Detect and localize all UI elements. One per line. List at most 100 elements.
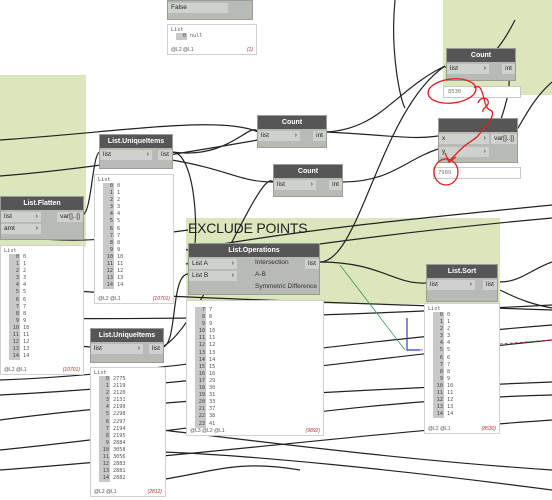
list-item-index: 13 [9, 346, 20, 354]
subtract-value: 7989 [433, 167, 521, 179]
list-item-index: 4 [433, 340, 444, 348]
list-item: 18 30 [187, 385, 323, 393]
list-item-value: 2194 [113, 425, 126, 432]
port-value[interactable]: False [168, 3, 228, 13]
node-title: List.Operations [189, 244, 319, 257]
graph-canvas[interactable]: EXCLUDE POINTS False List 0 null @L2 @L1… [0, 0, 552, 500]
list-item-index: 1 [433, 319, 444, 327]
list-item: 44 [1, 282, 83, 290]
list-item-index: 16 [195, 370, 206, 378]
wire [393, 0, 406, 109]
option-symmetric-difference[interactable]: Symmetric Difference [255, 283, 317, 290]
input-port-list-a[interactable]: List A › [189, 259, 237, 269]
input-port-list[interactable]: list › [447, 64, 489, 74]
input-port-list[interactable]: list › [258, 131, 300, 141]
list-item-index: 8 [433, 368, 444, 376]
list-operations-node[interactable]: List.Operations List A › list Intersectio… [188, 243, 320, 295]
count-node-mid[interactable]: Count list › int [257, 115, 327, 148]
list-item-index: 6 [103, 225, 114, 233]
list-item-index: 9 [99, 439, 110, 447]
list-item-index: 0 [433, 312, 444, 320]
list-item-value: 2 [117, 197, 121, 204]
list-item-index: 0 [103, 183, 114, 191]
list-item-value: 2119 [113, 383, 126, 390]
node-title: List.Flatten [1, 197, 83, 210]
option-a-minus-b[interactable]: A-B [255, 271, 266, 278]
list-item-value: 1 [23, 261, 27, 268]
list-item-value: 29 [209, 377, 216, 384]
input-port-list[interactable]: list › [427, 280, 475, 290]
list-flatten-node[interactable]: List.Flatten list › var[]..[] amt › [0, 196, 84, 240]
list-item-value: 15 [209, 363, 216, 370]
list-item-index: 1 [99, 383, 110, 391]
list-item-index: 2 [103, 197, 114, 205]
operations-preview: 7 7 8 8 9 9 10 10 11 11 12 12 13 13 14 14 15 15 16 16 17 29 18… [186, 300, 324, 436]
top-boolean-node[interactable]: False [167, 0, 253, 20]
input-port-list[interactable]: list › [100, 150, 152, 160]
count-node-low[interactable]: Count list › int [273, 164, 343, 197]
list-item-value: 7 [23, 303, 27, 310]
output-port-var[interactable]: var[]..[] [57, 212, 83, 222]
output-port-int[interactable]: int [313, 131, 326, 141]
list-item-value: 38 [209, 413, 216, 420]
list-item-index: 1 [9, 261, 20, 269]
list-item-value: 4 [23, 282, 27, 289]
list-item-index: 12 [99, 461, 110, 469]
list-item-index: 7 [9, 303, 20, 311]
output-port-list[interactable]: list [483, 280, 497, 290]
list-item-index: 21 [195, 406, 206, 414]
list-item: 11 [95, 190, 173, 198]
output-port-list[interactable]: list [305, 259, 319, 269]
output-port-list[interactable]: list [149, 344, 163, 354]
list-item-value: 11 [23, 332, 30, 339]
list-item-index: 11 [103, 261, 114, 269]
list-item-value: 2131 [113, 397, 126, 404]
list-item-index: 9 [433, 375, 444, 383]
geometry-axis [406, 318, 420, 351]
unique-items-node-top[interactable]: List.UniqueItems list › list [99, 134, 173, 169]
subtract-node[interactable]: x › var[]..[] y › [438, 118, 518, 163]
output-port-int[interactable]: int [502, 64, 515, 74]
list-item: 0 2775 [91, 376, 165, 384]
list-item: 77 [425, 361, 499, 369]
input-port-x[interactable]: x › [439, 134, 489, 144]
node-title: Count [274, 165, 342, 178]
list-item: 19 31 [187, 392, 323, 400]
list-item-index: 13 [103, 275, 114, 283]
list-item: 7 2194 [91, 425, 165, 433]
count-node-top[interactable]: Count list › int [446, 48, 516, 81]
wire [324, 65, 446, 133]
list-item-index: 5 [9, 289, 20, 297]
list-item-value: 3056 [113, 454, 126, 461]
list-item-value: 3 [117, 204, 121, 211]
input-port-list[interactable]: list › [91, 344, 143, 354]
input-port-amt[interactable]: amt › [1, 224, 41, 234]
input-port-list-b[interactable]: List B › [189, 271, 237, 281]
list-item: 13 2881 [91, 468, 165, 476]
unique-bottom-preview: List 0 2775 1 2119 2 2120 3 2131 4 2190 5 2298 6 2297… [90, 367, 166, 497]
input-port-list[interactable]: list › [1, 212, 41, 222]
unique-items-node-bottom[interactable]: List.UniqueItems list › list [90, 328, 164, 363]
list-item-index: 11 [99, 454, 110, 462]
list-item-value: 2297 [113, 418, 126, 425]
list-item-value: 14 [447, 411, 454, 418]
input-port-y[interactable]: y › [439, 147, 489, 157]
list-item-value: 33 [209, 399, 216, 406]
output-port-int[interactable]: int [329, 180, 342, 190]
list-item: 13 13 [1, 346, 83, 354]
list-item-index: 3 [99, 397, 110, 405]
output-port-var[interactable]: var[]..[] [491, 134, 517, 144]
list-item-index: 11 [195, 335, 206, 343]
top-node-preview: List 0 null @L2 @L1 {1} [167, 24, 257, 55]
option-intersection[interactable]: Intersection [255, 259, 289, 266]
list-item: 12 12 [187, 342, 323, 350]
list-item: 22 [425, 326, 499, 334]
list-item-value: 10 [117, 253, 124, 260]
output-port-list[interactable]: list [158, 150, 172, 160]
list-item-value: 8 [209, 314, 213, 321]
list-item-value: 2881 [113, 468, 126, 475]
list-item-index: 9 [9, 317, 20, 325]
list-sort-node[interactable]: List.Sort list › list [426, 264, 498, 302]
input-port-list[interactable]: list › [274, 180, 316, 190]
list-item: 13 13 [95, 275, 173, 283]
